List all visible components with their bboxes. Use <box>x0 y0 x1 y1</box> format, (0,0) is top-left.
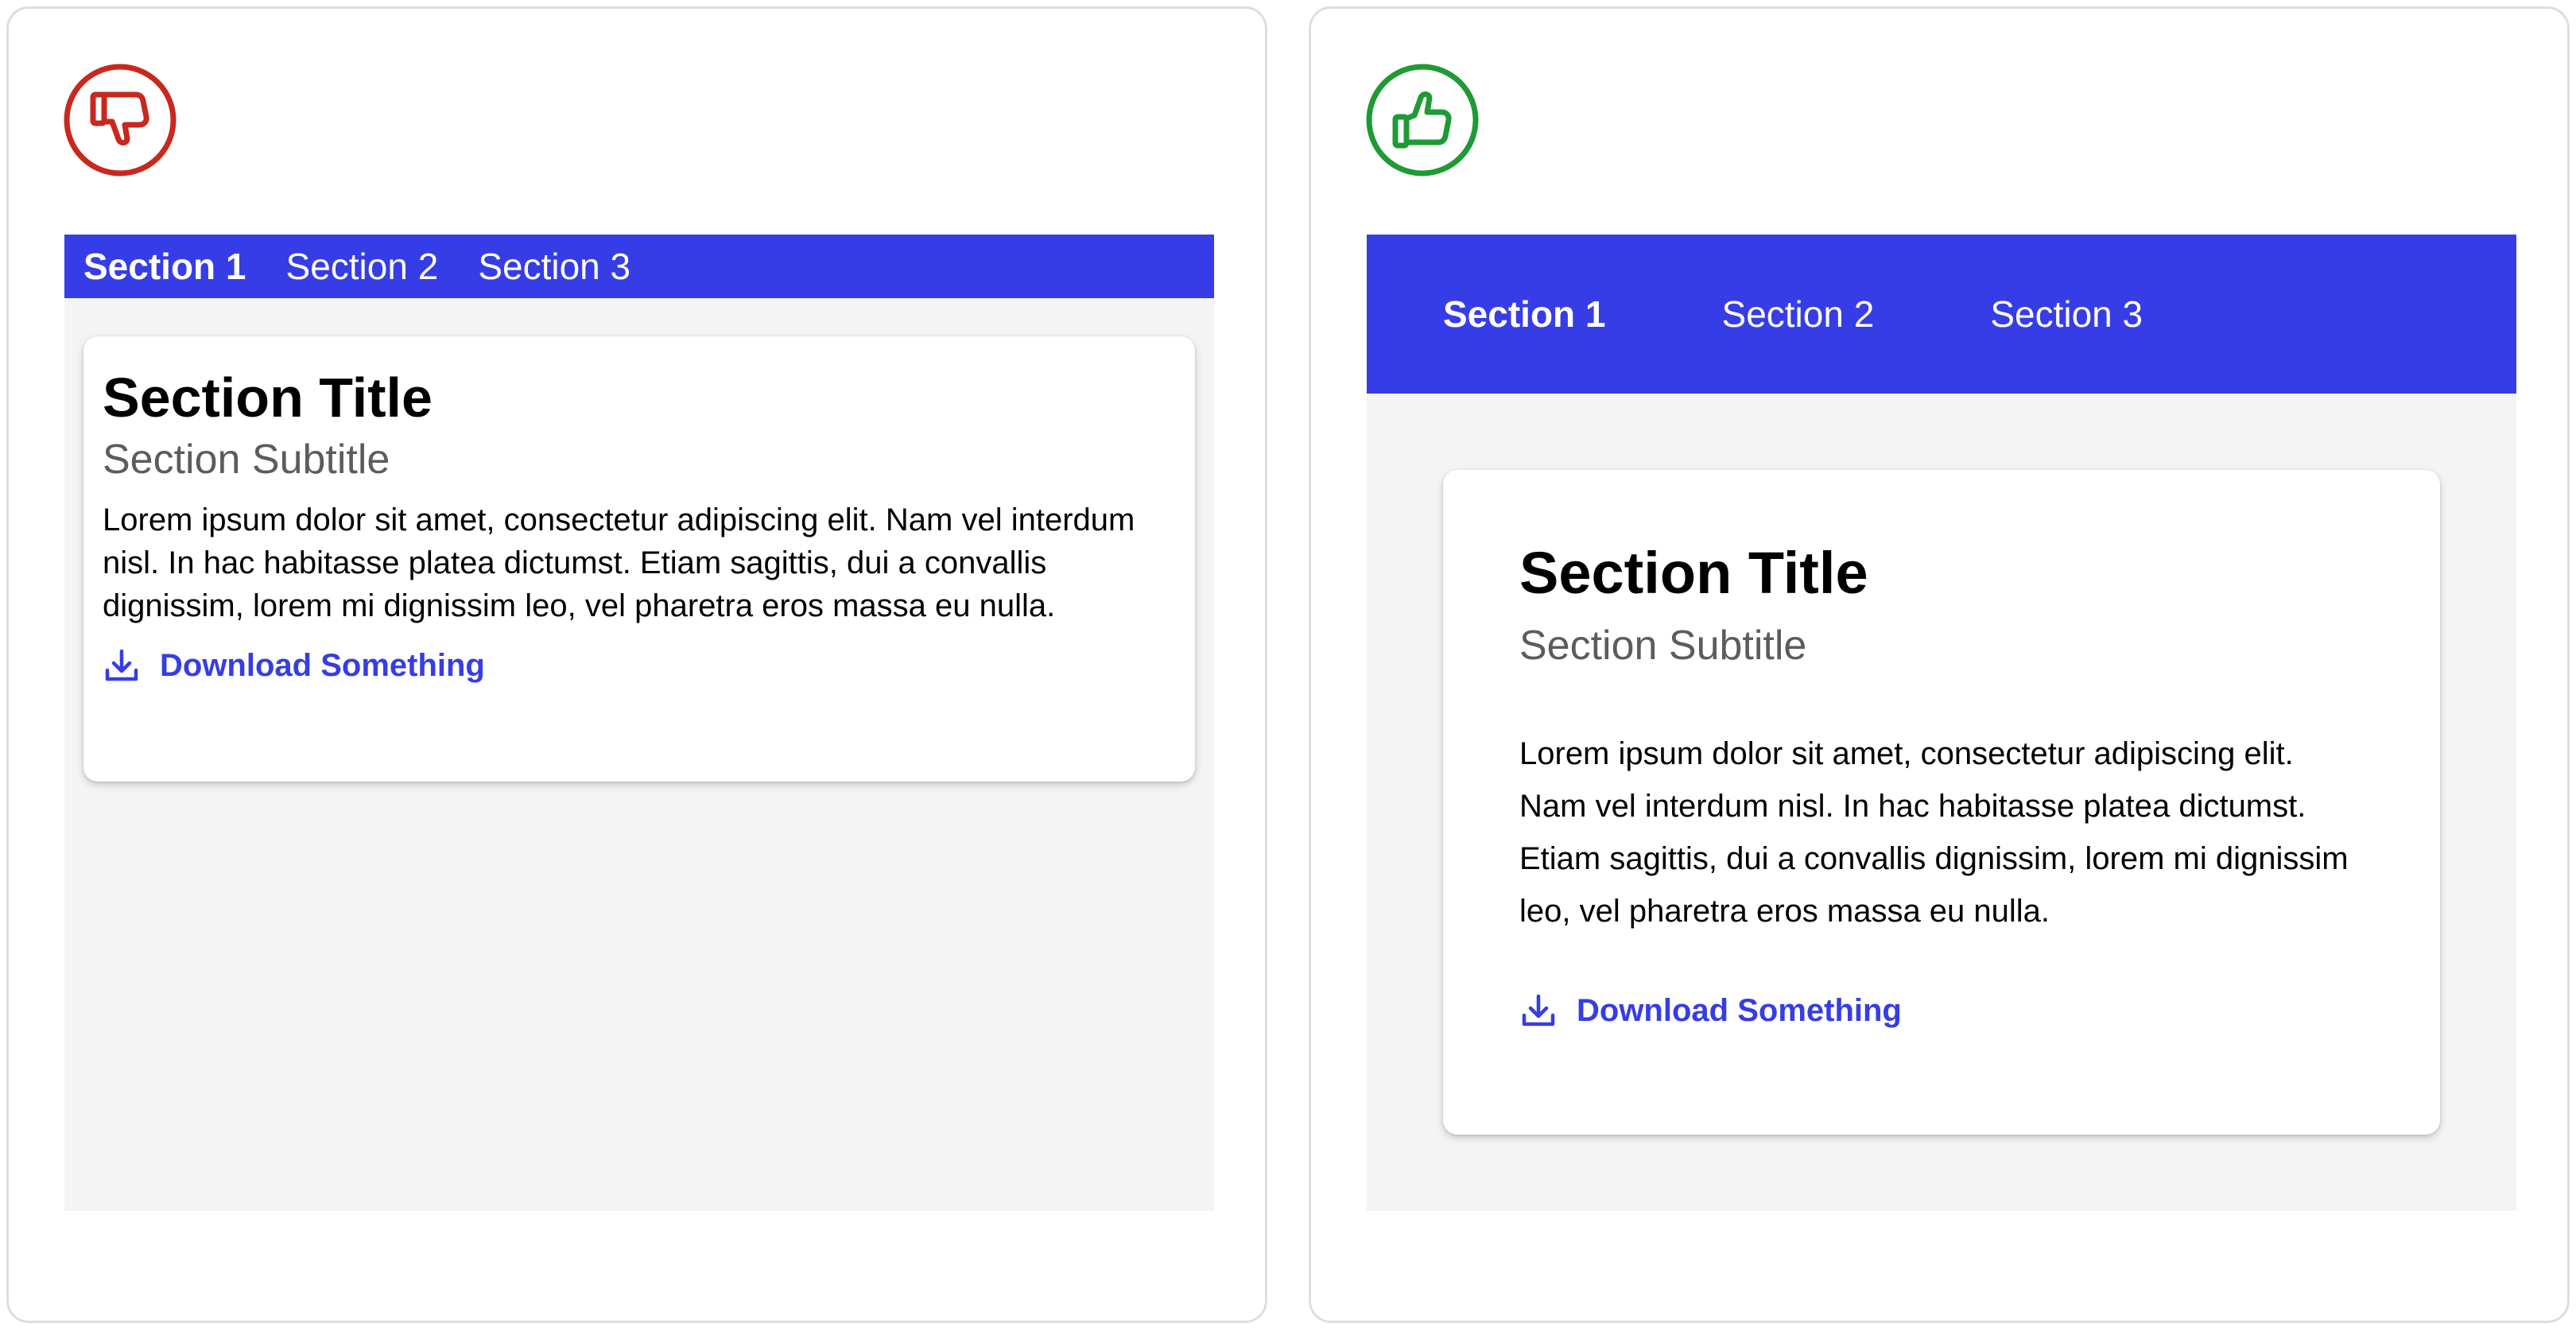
mock-page: Section 1 Section 2 Section 3 Section Ti… <box>1367 235 2516 1211</box>
section-nav-bar: Section 1 Section 2 Section 3 <box>64 235 1214 298</box>
section-card: Section Title Section Subtitle Lorem ips… <box>83 336 1195 782</box>
tab-section-1[interactable]: Section 1 <box>1443 293 1606 336</box>
section-title: Section Title <box>1519 540 1868 606</box>
section-title: Section Title <box>103 367 433 429</box>
download-link[interactable]: Download Something <box>103 646 1176 685</box>
tab-section-3[interactable]: Section 3 <box>478 245 630 288</box>
section-subtitle: Section Subtitle <box>103 437 390 483</box>
download-icon <box>1519 991 1577 1030</box>
tab-section-2[interactable]: Section 2 <box>286 245 439 288</box>
download-link-label: Download Something <box>160 647 485 683</box>
download-link-label: Download Something <box>1577 992 1902 1028</box>
download-link[interactable]: Download Something <box>1519 991 2364 1030</box>
section-body-text: Lorem ipsum dolor sit amet, consectetur … <box>103 503 1135 623</box>
good-example-panel: Section 1 Section 2 Section 3 Section Ti… <box>1309 6 2570 1323</box>
tab-section-2[interactable]: Section 2 <box>1722 293 1875 336</box>
section-card: Section Title Section Subtitle Lorem ips… <box>1443 470 2440 1135</box>
tab-section-1[interactable]: Section 1 <box>83 245 246 288</box>
thumbs-up-icon <box>1365 63 1480 177</box>
section-nav-bar: Section 1 Section 2 Section 3 <box>1367 235 2516 394</box>
thumbs-down-icon <box>63 63 177 177</box>
tab-section-3[interactable]: Section 3 <box>1990 293 2143 336</box>
section-subtitle: Section Subtitle <box>1519 623 1807 669</box>
mock-page: Section 1 Section 2 Section 3 Section Ti… <box>64 235 1214 1211</box>
section-body-text: Lorem ipsum dolor sit amet, consectetur … <box>1519 736 2349 929</box>
download-icon <box>103 646 160 685</box>
bad-example-panel: Section 1 Section 2 Section 3 Section Ti… <box>6 6 1267 1323</box>
